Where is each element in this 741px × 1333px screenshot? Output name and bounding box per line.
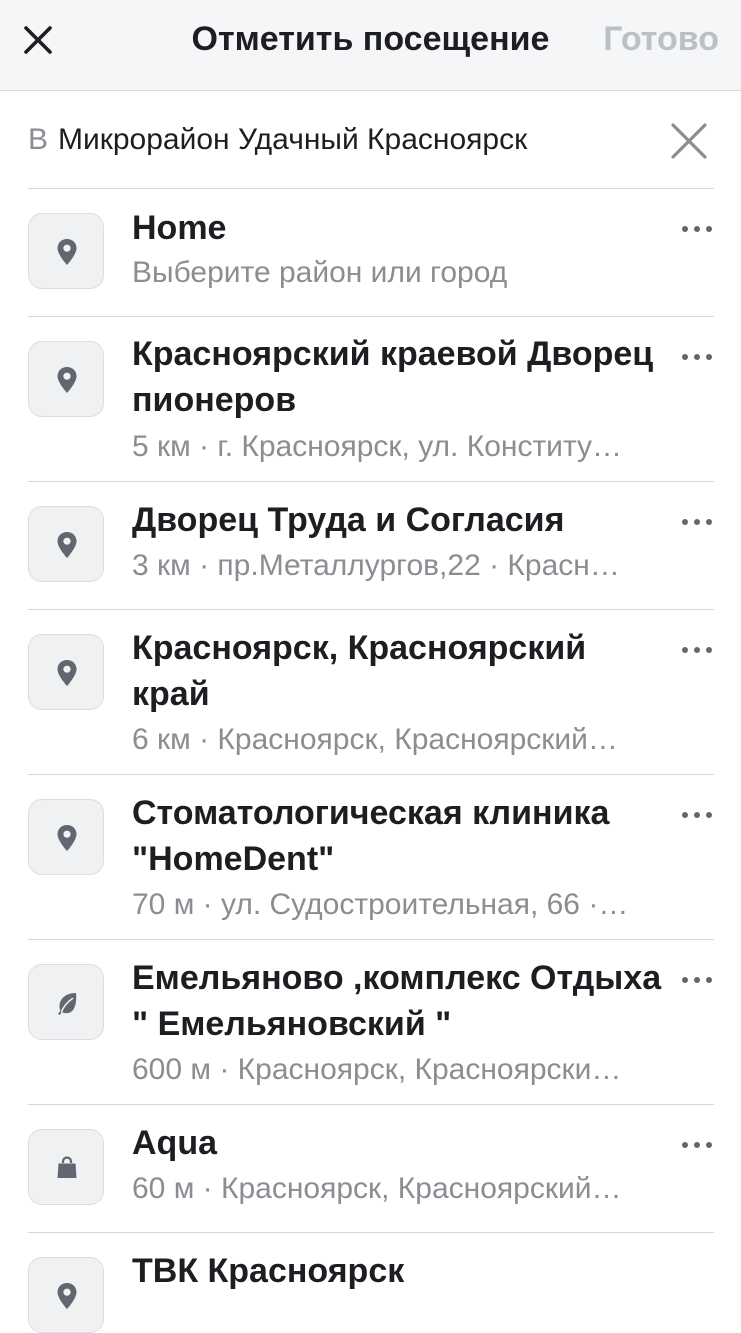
- more-options-button[interactable]: [680, 643, 714, 657]
- clear-search-button[interactable]: [668, 120, 710, 162]
- place-icon-box: [28, 1257, 104, 1333]
- place-title: Красноярск, Красноярский край: [132, 629, 587, 713]
- more-icon: [682, 519, 712, 525]
- place-icon-box: [28, 634, 104, 710]
- more-icon: [682, 647, 712, 653]
- place-icon-box: [28, 1129, 104, 1205]
- place-icon-box: [28, 506, 104, 582]
- more-icon: [682, 977, 712, 983]
- location-pin-icon: [57, 660, 77, 686]
- location-search-input[interactable]: [58, 120, 648, 160]
- location-pin-icon: [57, 532, 77, 558]
- place-title: Aqua: [132, 1124, 217, 1162]
- place-title: Стоматологическая клиника "HomeDent": [132, 794, 610, 878]
- list-item[interactable]: Home Выберите район или город: [0, 189, 741, 317]
- more-options-button[interactable]: [680, 222, 714, 236]
- place-subtitle: 5 км · г. Красноярск, ул. Конститу…: [132, 430, 623, 463]
- location-pin-icon: [57, 1283, 77, 1309]
- more-options-button[interactable]: [680, 350, 714, 364]
- place-icon-box: [28, 799, 104, 875]
- place-subtitle: 60 м · Красноярск, Красноярский…: [132, 1172, 622, 1205]
- clear-icon: [671, 123, 707, 159]
- place-icon-box: [28, 213, 104, 289]
- done-button[interactable]: Готово: [603, 16, 719, 62]
- location-pin-icon: [57, 825, 77, 851]
- more-icon: [682, 812, 712, 818]
- list-item[interactable]: Емельяново ,комплекс Отдыха " Емельяновс…: [0, 940, 741, 1105]
- place-title: Красноярский краевой Дворец пионеров: [132, 335, 654, 419]
- more-icon: [682, 1142, 712, 1148]
- more-icon: [682, 354, 712, 360]
- place-subtitle: 3 км · пр.Металлургов,22 · Красн…: [132, 549, 620, 582]
- place-subtitle: 70 м · ул. Судостроительная, 66 ·…: [132, 888, 629, 921]
- top-bar: Отметить посещение Готово: [0, 0, 741, 91]
- place-subtitle: 600 м · Красноярск, Красноярски…: [132, 1053, 622, 1086]
- place-title: Дворец Труда и Согласия: [132, 501, 565, 539]
- location-search-row: В: [0, 92, 741, 188]
- leaf-icon: [58, 993, 77, 1015]
- place-icon-box: [28, 964, 104, 1040]
- place-icon-box: [28, 341, 104, 417]
- more-options-button[interactable]: [680, 515, 714, 529]
- more-options-button[interactable]: [680, 1138, 714, 1152]
- location-pin-icon: [57, 239, 77, 265]
- more-icon: [682, 226, 712, 232]
- place-title: Home: [132, 209, 227, 247]
- search-prefix-label: В: [28, 123, 49, 156]
- list-item[interactable]: Aqua 60 м · Красноярск, Красноярский…: [0, 1105, 741, 1233]
- list-item[interactable]: Стоматологическая клиника "HomeDent" 70 …: [0, 775, 741, 940]
- more-options-button[interactable]: [680, 808, 714, 822]
- list-item[interactable]: Дворец Труда и Согласия 3 км · пр.Металл…: [0, 482, 741, 610]
- place-title: ТВК Красноярск: [132, 1252, 405, 1290]
- place-subtitle: 6 км · Красноярск, Красноярский…: [132, 723, 618, 756]
- more-options-button[interactable]: [680, 973, 714, 987]
- list-item[interactable]: ТВК Красноярск: [0, 1233, 741, 1333]
- location-pin-icon: [57, 367, 77, 393]
- place-title: Емельяново ,комплекс Отдыха " Емельяновс…: [132, 959, 662, 1043]
- place-subtitle: Выберите район или город: [132, 256, 508, 289]
- list-item[interactable]: Красноярский краевой Дворец пионеров 5 к…: [0, 317, 741, 482]
- shopping-bag-icon: [57, 1156, 77, 1178]
- list-item[interactable]: Красноярск, Красноярский край 6 км · Кра…: [0, 610, 741, 775]
